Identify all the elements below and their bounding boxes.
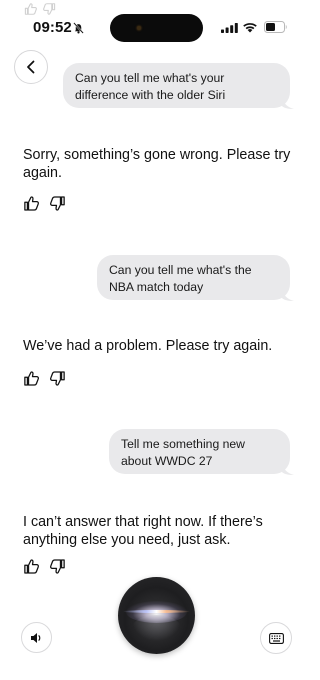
chevron-left-icon xyxy=(27,60,35,74)
user-message-text: Tell me something new about WWDC 27 xyxy=(121,437,245,468)
thumbs-down-icon xyxy=(43,3,56,15)
camera-indicator xyxy=(137,26,141,30)
bubble-tail xyxy=(282,289,294,301)
thumbs-down-button[interactable] xyxy=(48,557,66,575)
user-message-text: Can you tell me what's your difference w… xyxy=(75,71,226,102)
bell-slash-icon xyxy=(73,22,84,34)
siri-reply: I can’t answer that right now. If there’… xyxy=(23,514,263,548)
thumbs-up-button[interactable] xyxy=(22,557,40,575)
thumbs-up-icon xyxy=(23,370,39,386)
thumbs-up-button[interactable] xyxy=(22,369,40,387)
siri-orb-button[interactable] xyxy=(118,577,195,654)
thumbs-up-icon xyxy=(23,558,39,574)
siri-reply: We’ve had a problem. Please try again. xyxy=(23,338,273,354)
siri-reply: Sorry, something’s gone wrong. Please tr… xyxy=(23,147,291,181)
wifi-icon xyxy=(243,23,257,33)
user-message-bubble: Can you tell me what's your difference w… xyxy=(63,63,294,109)
keyboard-icon xyxy=(268,632,284,644)
status-bar: 09:52 xyxy=(0,0,313,52)
battery-icon xyxy=(264,21,287,33)
user-message-bubble: Tell me something new about WWDC 27 xyxy=(109,429,294,475)
status-time: 09:52 xyxy=(33,19,72,36)
thumbs-down-icon xyxy=(49,370,65,386)
siri-orb-streak xyxy=(123,610,190,613)
feedback-buttons xyxy=(22,369,66,387)
back-button[interactable] xyxy=(14,50,48,84)
siri-orb-shade xyxy=(132,615,181,641)
thumbs-down-button[interactable] xyxy=(48,194,66,212)
thumbs-up-icon xyxy=(23,195,39,211)
feedback-buttons xyxy=(22,557,66,575)
bubble-tail xyxy=(282,97,294,109)
thumbs-down-icon xyxy=(49,558,65,574)
keyboard-button[interactable] xyxy=(260,622,292,654)
user-message-bubble: Can you tell me what's the NBA match tod… xyxy=(97,255,294,301)
thumbs-down-icon xyxy=(49,195,65,211)
feedback-buttons xyxy=(22,194,66,212)
thumbs-down-button[interactable] xyxy=(48,369,66,387)
thumbs-up-icon xyxy=(24,3,37,15)
bubble-tail xyxy=(282,463,294,475)
speaker-button[interactable] xyxy=(21,622,52,653)
speaker-icon xyxy=(30,632,40,643)
user-message-text: Can you tell me what's the NBA match tod… xyxy=(109,263,252,294)
dynamic-island xyxy=(110,14,203,42)
cellular-signal-icon xyxy=(221,23,238,33)
siri-chat-screen: 09:52 Can you tell me what's your differ… xyxy=(0,0,313,680)
thumbs-up-button[interactable] xyxy=(22,194,40,212)
faded-feedback-icons xyxy=(24,2,56,16)
